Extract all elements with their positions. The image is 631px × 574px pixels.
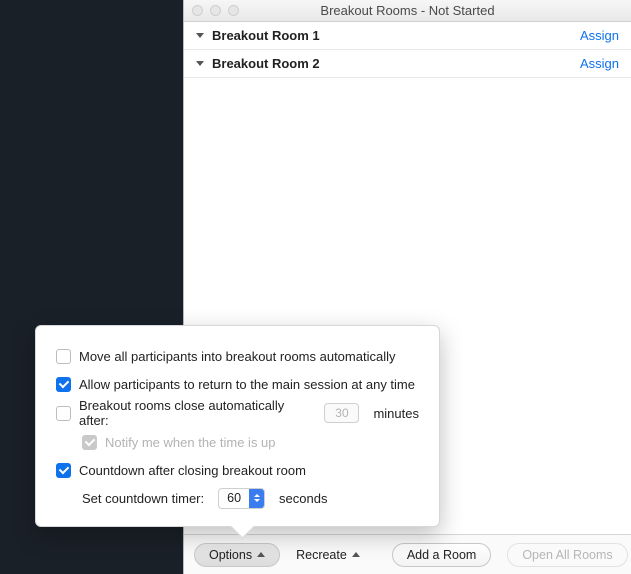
options-popover: Move all participants into breakout room… — [35, 325, 440, 527]
countdown-value: 60 — [219, 491, 249, 505]
recreate-button[interactable]: Recreate — [296, 548, 360, 562]
checkbox[interactable] — [56, 349, 71, 364]
footer-toolbar: Options Recreate Add a Room Open All Roo… — [184, 534, 631, 574]
countdown-prefix-label: Set countdown timer: — [82, 491, 204, 506]
room-row[interactable]: Breakout Room 2 Assign — [184, 50, 631, 78]
stepper-arrows-icon — [249, 489, 264, 508]
open-all-rooms-label: Open All Rooms — [522, 548, 612, 562]
room-row[interactable]: Breakout Room 1 Assign — [184, 22, 631, 50]
minimize-window-button[interactable] — [210, 5, 221, 16]
window-controls — [184, 5, 239, 16]
checkbox — [82, 435, 97, 450]
option-label: Allow participants to return to the main… — [79, 377, 415, 392]
titlebar: Breakout Rooms - Not Started — [184, 0, 631, 22]
checkbox[interactable] — [56, 406, 71, 421]
recreate-label: Recreate — [296, 548, 347, 562]
option-label: Move all participants into breakout room… — [79, 349, 395, 364]
disclosure-triangle-icon — [196, 61, 204, 66]
option-label: Countdown after closing breakout room — [79, 463, 306, 478]
window-title: Breakout Rooms - Not Started — [184, 3, 631, 18]
option-countdown[interactable]: Countdown after closing breakout room — [56, 456, 419, 484]
countdown-seconds-select[interactable]: 60 — [218, 488, 265, 509]
options-button[interactable]: Options — [194, 543, 280, 567]
close-window-button[interactable] — [192, 5, 203, 16]
disclosure-triangle-icon — [196, 33, 204, 38]
room-name: Breakout Room 1 — [212, 28, 580, 43]
option-auto-close[interactable]: Breakout rooms close automatically after… — [56, 398, 419, 428]
unit-label: seconds — [279, 491, 327, 506]
checkbox[interactable] — [56, 377, 71, 392]
option-allow-return[interactable]: Allow participants to return to the main… — [56, 370, 419, 398]
option-notify: Notify me when the time is up — [56, 428, 419, 456]
chevron-up-icon — [352, 552, 360, 557]
assign-link[interactable]: Assign — [580, 56, 619, 71]
open-all-rooms-button: Open All Rooms — [507, 543, 627, 567]
checkbox[interactable] — [56, 463, 71, 478]
zoom-window-button[interactable] — [228, 5, 239, 16]
chevron-up-icon — [257, 552, 265, 557]
option-countdown-timer: Set countdown timer: 60 seconds — [56, 484, 419, 512]
room-name: Breakout Room 2 — [212, 56, 580, 71]
add-room-button[interactable]: Add a Room — [392, 543, 491, 567]
unit-label: minutes — [373, 406, 419, 421]
options-label: Options — [209, 548, 252, 562]
option-label: Notify me when the time is up — [105, 435, 276, 450]
auto-close-minutes-input[interactable]: 30 — [324, 403, 359, 423]
option-move-auto[interactable]: Move all participants into breakout room… — [56, 342, 419, 370]
assign-link[interactable]: Assign — [580, 28, 619, 43]
option-label: Breakout rooms close automatically after… — [79, 398, 310, 428]
add-room-label: Add a Room — [407, 548, 476, 562]
